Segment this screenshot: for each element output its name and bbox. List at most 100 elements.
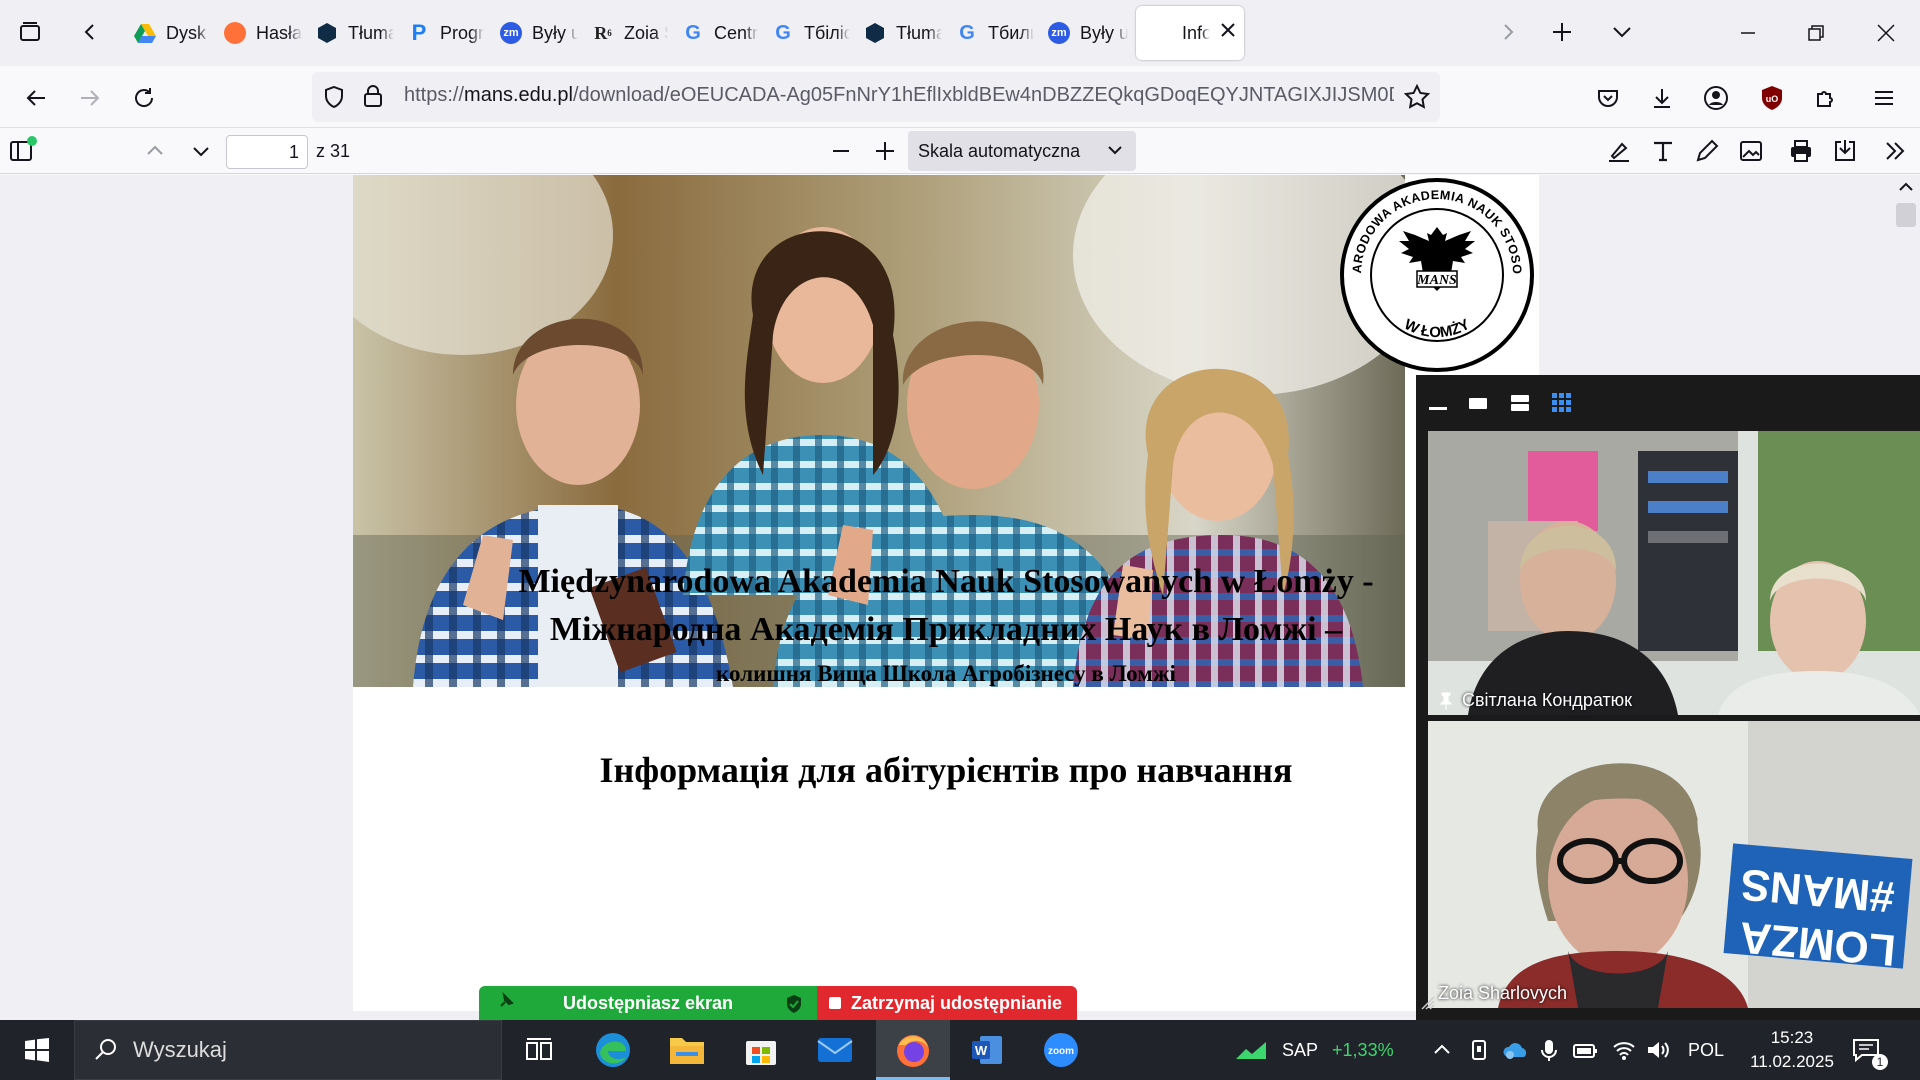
microsoft-store-app[interactable] bbox=[724, 1020, 798, 1080]
tab-item[interactable]: zm Były u bbox=[1034, 6, 1128, 60]
reload-button[interactable] bbox=[124, 78, 164, 118]
mail-icon bbox=[817, 1038, 853, 1062]
navigation-toolbar: https://mans.edu.pl/download/eOEUCADA-Ag… bbox=[0, 66, 1920, 128]
highlight-button[interactable] bbox=[1602, 134, 1636, 168]
tab-item[interactable]: Hasła bbox=[210, 6, 302, 60]
tab-item-active[interactable]: Info bbox=[1136, 6, 1244, 60]
address-bar[interactable]: https://mans.edu.pl/download/eOEUCADA-Ag… bbox=[312, 72, 1440, 122]
pin-icon bbox=[1439, 692, 1453, 710]
minimize-gallery-button[interactable] bbox=[1426, 391, 1450, 415]
file-explorer-app[interactable] bbox=[650, 1020, 724, 1080]
printer-icon bbox=[1791, 140, 1811, 162]
search-placeholder: Wyszukaj bbox=[133, 1037, 227, 1062]
url-text[interactable]: https://mans.edu.pl/download/eOEUCADA-Ag… bbox=[404, 84, 1394, 107]
close-tab-icon[interactable] bbox=[1220, 22, 1236, 43]
word-app[interactable]: W bbox=[950, 1020, 1024, 1080]
clock[interactable]: 15:23 11.02.2025 bbox=[1744, 1020, 1840, 1080]
zoom-out-button[interactable] bbox=[824, 134, 858, 168]
tab-label: Dysk G bbox=[166, 22, 210, 43]
volume-icon[interactable] bbox=[1646, 1020, 1670, 1080]
firefox-icon bbox=[224, 22, 246, 44]
pocket-button[interactable] bbox=[1588, 78, 1628, 118]
tracking-protection-icon[interactable] bbox=[322, 85, 346, 114]
print-button[interactable] bbox=[1784, 134, 1818, 168]
list-all-tabs-button[interactable] bbox=[1602, 12, 1642, 52]
microphone-icon[interactable] bbox=[1540, 1020, 1558, 1080]
participant-video-tile[interactable]: Світлана Кондратюк bbox=[1428, 431, 1920, 715]
svg-text:zoom: zoom bbox=[1048, 1046, 1074, 1057]
page-number-input[interactable]: 1 bbox=[226, 135, 308, 169]
tab-item[interactable]: Tłuma bbox=[850, 6, 942, 60]
taskbar-search-box[interactable]: Wyszukaj bbox=[74, 1020, 502, 1080]
toggle-sidebar-button[interactable] bbox=[6, 134, 40, 168]
firefox-icon bbox=[897, 1035, 929, 1067]
firefox-app[interactable] bbox=[876, 1020, 950, 1080]
bookmark-star-icon[interactable] bbox=[1403, 83, 1431, 115]
mail-app[interactable] bbox=[798, 1020, 872, 1080]
tab-item[interactable]: G Centr bbox=[668, 6, 758, 60]
participant-video-tile[interactable]: #MANS LOMZA Zoia Sharlovych bbox=[1428, 721, 1920, 1008]
lock-icon[interactable] bbox=[362, 84, 384, 113]
speaker-view-button[interactable] bbox=[1466, 391, 1490, 415]
next-page-button[interactable] bbox=[184, 134, 218, 168]
add-image-button[interactable] bbox=[1734, 134, 1768, 168]
task-view-button[interactable] bbox=[502, 1020, 576, 1080]
notifications-button[interactable]: 1 bbox=[1852, 1020, 1888, 1080]
battery-icon[interactable] bbox=[1572, 1020, 1598, 1080]
stock-change: +1,33% bbox=[1332, 1039, 1394, 1060]
tab-item[interactable]: Tłumacz bbox=[302, 6, 394, 60]
tab-item[interactable]: G Тбили bbox=[942, 6, 1034, 60]
tab-label: Zoia S bbox=[624, 22, 668, 43]
store-icon bbox=[746, 1041, 776, 1065]
tab-label: Centr bbox=[714, 22, 758, 43]
app-menu-button[interactable] bbox=[1864, 78, 1904, 118]
scroll-tabs-right-button[interactable] bbox=[1488, 12, 1528, 52]
highlighter-icon bbox=[1609, 142, 1629, 162]
clock-date: 11.02.2025 bbox=[1750, 1052, 1834, 1071]
scroll-up-icon bbox=[1899, 182, 1913, 191]
tab-item[interactable]: Dysk G bbox=[120, 6, 210, 60]
more-tools-button[interactable] bbox=[1878, 134, 1912, 168]
save-button[interactable] bbox=[1828, 134, 1862, 168]
scroll-tabs-left-button[interactable] bbox=[70, 12, 110, 52]
stop-sharing-button[interactable]: Zatrzymaj udostępnianie bbox=[817, 986, 1077, 1020]
tab-item[interactable]: R6 Zoia S bbox=[578, 6, 668, 60]
forward-button[interactable] bbox=[70, 78, 110, 118]
edge-app[interactable] bbox=[576, 1020, 650, 1080]
zoom-select[interactable]: Skala automatyczna bbox=[908, 131, 1136, 171]
new-tab-button[interactable] bbox=[1542, 12, 1582, 52]
extensions-button[interactable] bbox=[1806, 78, 1846, 118]
back-button[interactable] bbox=[16, 78, 56, 118]
draw-button[interactable] bbox=[1690, 134, 1724, 168]
language-indicator[interactable]: POL bbox=[1688, 1020, 1724, 1080]
tab-label: Tłuma bbox=[896, 22, 942, 43]
strip-view-button[interactable] bbox=[1508, 391, 1532, 415]
tab-label: Progr bbox=[440, 22, 485, 43]
start-button[interactable] bbox=[0, 1020, 74, 1080]
close-window-button[interactable] bbox=[1852, 0, 1920, 66]
add-text-button[interactable] bbox=[1646, 134, 1680, 168]
wifi-icon[interactable] bbox=[1612, 1020, 1636, 1080]
chevron-up-icon bbox=[147, 145, 163, 155]
zoom-app[interactable]: zoom bbox=[1024, 1020, 1098, 1080]
restore-window-button[interactable] bbox=[1782, 0, 1850, 66]
resize-handle-icon[interactable] bbox=[1420, 995, 1436, 1016]
tab-item[interactable]: G Тбіліс bbox=[758, 6, 850, 60]
scrollbar-thumb[interactable] bbox=[1896, 203, 1916, 227]
ublock-extension-button[interactable]: uO bbox=[1752, 78, 1792, 118]
zoom-in-button[interactable] bbox=[868, 134, 902, 168]
stock-widget[interactable]: SAP +1,33% bbox=[1234, 1020, 1394, 1080]
tab-item[interactable]: P Progr bbox=[394, 6, 486, 60]
participant-name-text: Світлана Кондратюк bbox=[1462, 690, 1633, 710]
tray-device-icon[interactable] bbox=[1470, 1020, 1490, 1080]
downloads-button[interactable] bbox=[1642, 78, 1682, 118]
show-hidden-icons-button[interactable] bbox=[1432, 1020, 1452, 1080]
sharing-indicator[interactable]: Udostępniasz ekran bbox=[479, 986, 817, 1020]
gallery-view-button[interactable] bbox=[1550, 391, 1574, 415]
tab-item[interactable]: zm Były u bbox=[486, 6, 578, 60]
account-button[interactable] bbox=[1696, 78, 1736, 118]
tab-overview-button[interactable] bbox=[10, 12, 50, 52]
previous-page-button[interactable] bbox=[138, 134, 172, 168]
onedrive-icon[interactable] bbox=[1502, 1020, 1530, 1080]
minimize-window-button[interactable] bbox=[1714, 0, 1782, 66]
